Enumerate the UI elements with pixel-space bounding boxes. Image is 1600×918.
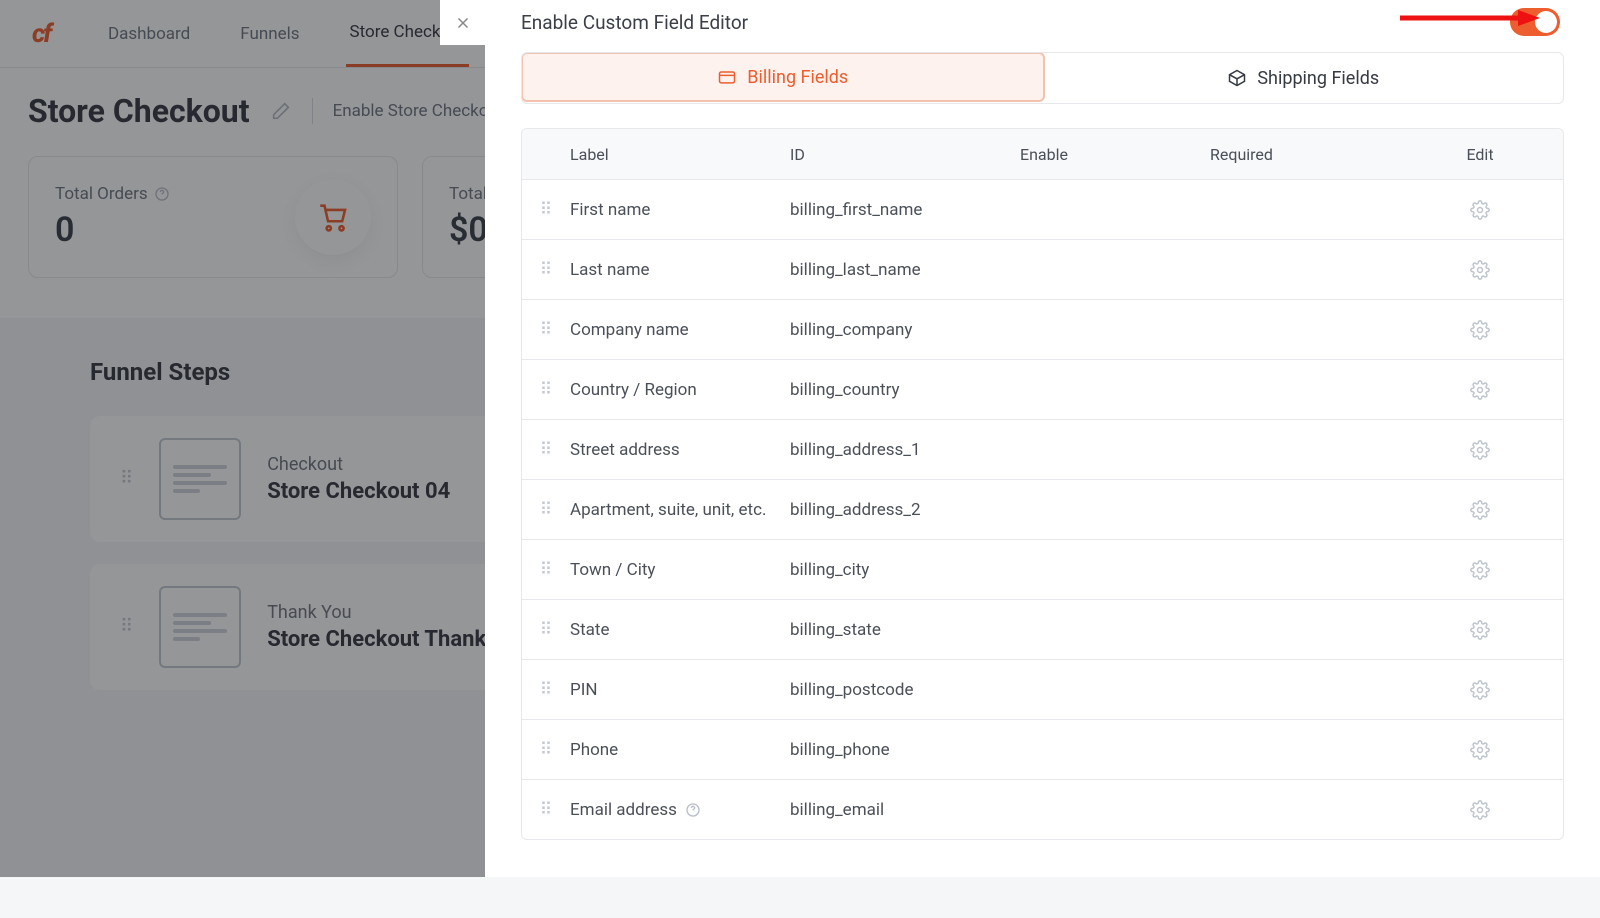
drag-handle-icon[interactable]: ⠿: [522, 380, 570, 400]
field-id: billing_address_2: [790, 500, 1020, 520]
drag-handle-icon[interactable]: ⠿: [522, 560, 570, 580]
field-id: billing_phone: [790, 740, 1020, 760]
drag-handle-icon[interactable]: ⠿: [522, 800, 570, 820]
tab-label: Shipping Fields: [1257, 68, 1379, 89]
field-label: Phone: [570, 740, 618, 760]
gear-icon: [1470, 500, 1490, 520]
wallet-icon: [717, 67, 737, 87]
field-id: billing_postcode: [790, 680, 1020, 700]
field-id: billing_address_1: [790, 440, 1020, 460]
field-label: Country / Region: [570, 380, 697, 400]
gear-icon: [1470, 680, 1490, 700]
col-required: Required: [1210, 145, 1440, 164]
panel-title: Enable Custom Field Editor: [521, 11, 748, 34]
col-edit: Edit: [1440, 145, 1520, 164]
package-icon: [1227, 68, 1247, 88]
edit-field-button[interactable]: [1440, 620, 1520, 640]
field-id: billing_email: [790, 800, 1020, 820]
field-id: billing_first_name: [790, 200, 1020, 220]
field-id: billing_country: [790, 380, 1020, 400]
field-label: Apartment, suite, unit, etc.: [570, 500, 766, 520]
col-id: ID: [790, 145, 1020, 164]
field-label: Street address: [570, 440, 680, 460]
col-label: Label: [570, 145, 790, 164]
field-id: billing_last_name: [790, 260, 1020, 280]
drag-handle-icon[interactable]: ⠿: [522, 500, 570, 520]
gear-icon: [1470, 740, 1490, 760]
edit-field-button[interactable]: [1440, 440, 1520, 460]
close-button[interactable]: [440, 0, 485, 45]
drag-handle-icon[interactable]: ⠿: [522, 260, 570, 280]
master-toggle[interactable]: [1510, 8, 1560, 36]
field-id: billing_city: [790, 560, 1020, 580]
table-row: ⠿Town / City billing_city: [522, 539, 1563, 599]
gear-icon: [1470, 320, 1490, 340]
edit-field-button[interactable]: [1440, 500, 1520, 520]
table-header: Label ID Enable Required Edit: [522, 129, 1563, 179]
table-row: ⠿State billing_state: [522, 599, 1563, 659]
field-label: Last name: [570, 260, 650, 280]
field-label: Company name: [570, 320, 689, 340]
drag-handle-icon[interactable]: ⠿: [522, 320, 570, 340]
table-row: ⠿PIN billing_postcode: [522, 659, 1563, 719]
field-label: Email address: [570, 800, 677, 820]
table-row: ⠿Apartment, suite, unit, etc. billing_add…: [522, 479, 1563, 539]
close-icon: [454, 14, 472, 32]
tab-billing-fields[interactable]: Billing Fields: [521, 52, 1045, 102]
gear-icon: [1470, 800, 1490, 820]
tab-shipping-fields[interactable]: Shipping Fields: [1044, 53, 1564, 103]
gear-icon: [1470, 260, 1490, 280]
drag-handle-icon[interactable]: ⠿: [522, 440, 570, 460]
table-row: ⠿First name billing_first_name: [522, 179, 1563, 239]
field-id: billing_company: [790, 320, 1020, 340]
table-row: ⠿Street address billing_address_1: [522, 419, 1563, 479]
table-row: ⠿Last name billing_last_name: [522, 239, 1563, 299]
field-id: billing_state: [790, 620, 1020, 640]
table-row: ⠿Country / Region billing_country: [522, 359, 1563, 419]
table-row: ⠿Company name billing_company: [522, 299, 1563, 359]
field-label: PIN: [570, 680, 597, 700]
drag-handle-icon[interactable]: ⠿: [522, 620, 570, 640]
gear-icon: [1470, 620, 1490, 640]
edit-field-button[interactable]: [1440, 560, 1520, 580]
table-row: ⠿Email address billing_email: [522, 779, 1563, 839]
field-label: State: [570, 620, 609, 640]
edit-field-button[interactable]: [1440, 740, 1520, 760]
edit-field-button[interactable]: [1440, 680, 1520, 700]
field-label: Town / City: [570, 560, 655, 580]
edit-field-button[interactable]: [1440, 800, 1520, 820]
gear-icon: [1470, 440, 1490, 460]
table-row: ⠿Phone billing_phone: [522, 719, 1563, 779]
edit-field-button[interactable]: [1440, 320, 1520, 340]
gear-icon: [1470, 200, 1490, 220]
edit-field-button[interactable]: [1440, 260, 1520, 280]
edit-field-button[interactable]: [1440, 380, 1520, 400]
col-enable: Enable: [1020, 145, 1210, 164]
drag-handle-icon[interactable]: ⠿: [522, 680, 570, 700]
gear-icon: [1470, 380, 1490, 400]
tab-label: Billing Fields: [747, 67, 848, 88]
field-tabs: Billing Fields Shipping Fields: [521, 52, 1564, 104]
drag-handle-icon[interactable]: ⠿: [522, 200, 570, 220]
edit-field-button[interactable]: [1440, 200, 1520, 220]
help-icon[interactable]: [685, 802, 701, 818]
drag-handle-icon[interactable]: ⠿: [522, 740, 570, 760]
fields-table: Label ID Enable Required Edit ⠿First nam…: [521, 128, 1564, 840]
field-editor-panel: Enable Custom Field Editor Billing Field…: [485, 0, 1600, 877]
gear-icon: [1470, 560, 1490, 580]
field-label: First name: [570, 200, 650, 220]
